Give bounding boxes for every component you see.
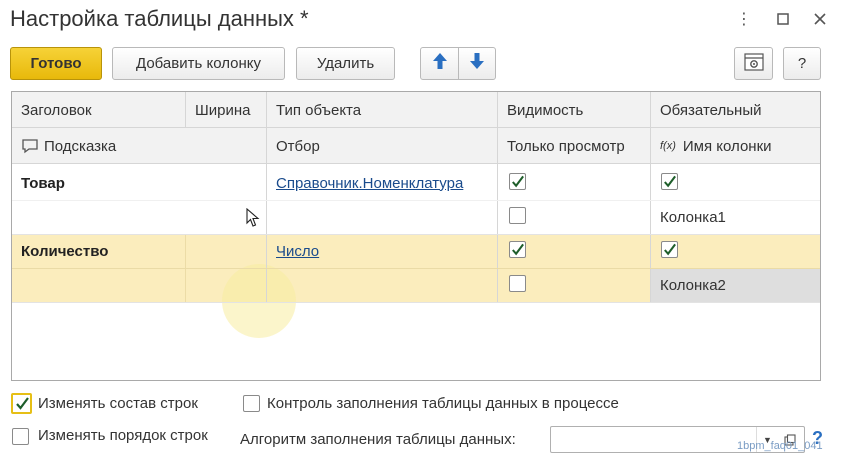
settings-button[interactable] (734, 47, 773, 80)
header-required[interactable]: Обязательный (651, 93, 762, 127)
arrow-down-icon (469, 52, 485, 75)
row1-title[interactable]: Товар (12, 166, 65, 200)
control-fill-checkbox[interactable] (243, 395, 260, 412)
header-title[interactable]: Заголовок (12, 93, 92, 127)
more-menu-icon[interactable]: ⋮ (734, 8, 754, 30)
delete-button[interactable]: Удалить (296, 47, 395, 80)
close-icon[interactable] (810, 8, 830, 30)
row1-type-link[interactable]: Справочник.Номенклатура (267, 166, 463, 200)
control-fill-label[interactable]: Контроль заполнения таблицы данных в про… (267, 395, 619, 412)
move-up-button[interactable] (420, 47, 459, 80)
checkmark-icon (512, 243, 524, 255)
formula-icon: f(x) (660, 140, 676, 152)
header-width[interactable]: Ширина (186, 93, 250, 127)
change-order-checkbox[interactable] (12, 428, 29, 445)
row1-column-name[interactable]: Колонка1 (651, 200, 726, 234)
header-column-name-label: Имя колонки (682, 137, 772, 155)
window-title: Настройка таблицы данных * (10, 6, 309, 31)
row1-visible-checkbox[interactable] (509, 173, 526, 190)
row2-title[interactable]: Количество (12, 234, 108, 268)
checkmark-icon (15, 396, 29, 410)
help-button[interactable]: ? (783, 47, 821, 80)
speech-bubble-icon (21, 137, 39, 155)
row2-readonly-checkbox[interactable] (509, 275, 526, 292)
add-column-button[interactable]: Добавить колонку (112, 47, 285, 80)
header-visibility[interactable]: Видимость (498, 93, 583, 127)
change-order-label[interactable]: Изменять порядок строк (38, 427, 208, 444)
columns-table: Заголовок Ширина Тип объекта Видимость О… (11, 91, 821, 381)
change-rows-label[interactable]: Изменять состав строк (38, 395, 198, 412)
row1-required-checkbox[interactable] (661, 173, 678, 190)
watermark-text: 1bpm_faq01_041 (737, 440, 823, 452)
change-rows-checkbox[interactable] (11, 393, 32, 414)
row2-type-label[interactable]: Число (276, 243, 319, 260)
checkmark-icon (664, 175, 676, 187)
table-settings-icon (743, 52, 764, 75)
row2-column-name[interactable]: Колонка2 (651, 268, 726, 302)
move-down-button[interactable] (458, 47, 496, 80)
done-button[interactable]: Готово (10, 47, 102, 80)
header-hint-label: Подсказка (44, 137, 117, 155)
row2-visible-checkbox[interactable] (509, 241, 526, 258)
checkmark-icon (512, 175, 524, 187)
row1-type-label[interactable]: Справочник.Номенклатура (276, 175, 463, 192)
algorithm-label: Алгоритм заполнения таблицы данных: (240, 431, 516, 448)
maximize-icon[interactable] (773, 8, 793, 30)
header-readonly[interactable]: Только просмотр (498, 129, 625, 163)
checkmark-icon (664, 243, 676, 255)
header-hint[interactable]: Подсказка (12, 129, 116, 163)
arrow-up-icon (432, 52, 448, 75)
header-column-name[interactable]: f(x) Имя колонки (651, 129, 772, 163)
mouse-pointer-icon (246, 207, 260, 233)
header-type[interactable]: Тип объекта (267, 93, 361, 127)
header-filter[interactable]: Отбор (267, 129, 320, 163)
row2-type-link[interactable]: Число (267, 234, 319, 268)
row2-required-checkbox[interactable] (661, 241, 678, 258)
row1-readonly-checkbox[interactable] (509, 207, 526, 224)
cursor-highlight (222, 264, 296, 338)
